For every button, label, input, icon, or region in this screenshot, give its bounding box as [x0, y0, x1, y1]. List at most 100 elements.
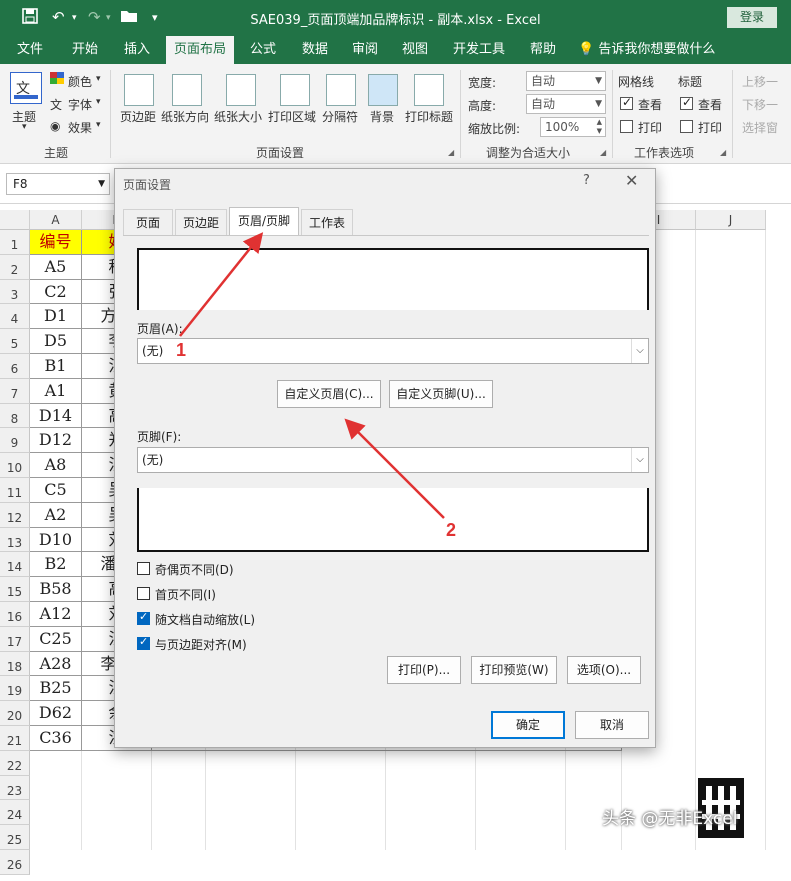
tell-me-search[interactable]: 💡 告诉我你想要做什么	[578, 36, 718, 64]
cell-a10[interactable]: A8	[30, 453, 82, 478]
cell-a19[interactable]: B25	[30, 676, 82, 702]
row-header-10[interactable]: 10	[0, 453, 30, 478]
select-all-corner[interactable]	[0, 210, 30, 230]
cell-a21[interactable]: C36	[30, 726, 82, 751]
first-page-checkbox[interactable]	[137, 587, 150, 600]
tab-home[interactable]: 开始	[58, 36, 112, 64]
row-header-14[interactable]: 14	[0, 552, 30, 578]
cell-a15[interactable]: B58	[30, 577, 82, 602]
headings-view-checkbox[interactable]	[680, 95, 693, 110]
cell-a3[interactable]: C2	[30, 279, 82, 305]
cell-a16[interactable]: A12	[30, 602, 82, 627]
row-header-19[interactable]: 19	[0, 676, 30, 702]
row-header-23[interactable]: 23	[0, 775, 30, 801]
odd-even-checkbox[interactable]	[137, 562, 150, 575]
headings-print-checkbox[interactable]	[680, 120, 693, 133]
tab-formulas[interactable]: 公式	[240, 36, 286, 64]
gridlines-print-checkbox[interactable]	[620, 120, 633, 133]
bring-forward-button[interactable]: 上移一	[742, 73, 778, 90]
tab-insert[interactable]: 插入	[114, 36, 160, 64]
cell-a7[interactable]: A1	[30, 378, 82, 404]
cell-a1[interactable]: 编号	[30, 230, 82, 255]
tab-margins[interactable]: 页边距	[175, 209, 227, 235]
sheet-options-launcher-icon[interactable]: ◢	[720, 148, 726, 157]
margins-icon	[124, 74, 154, 106]
row-header-1[interactable]: 1	[0, 230, 30, 255]
cell-a14[interactable]: B2	[30, 552, 82, 578]
scale-with-doc-checkbox[interactable]	[137, 610, 150, 625]
row-header-25[interactable]: 25	[0, 825, 30, 850]
row-header-17[interactable]: 17	[0, 626, 30, 652]
column-header-j[interactable]: J	[696, 210, 766, 230]
row-header-4[interactable]: 4	[0, 304, 30, 330]
login-button[interactable]: 登录	[727, 7, 777, 28]
row-header-21[interactable]: 21	[0, 726, 30, 751]
tab-help[interactable]: 帮助	[520, 36, 566, 64]
custom-footer-button[interactable]: 自定义页脚(U)...	[389, 380, 493, 408]
tab-page[interactable]: 页面	[123, 209, 173, 235]
options-button[interactable]: 选项(O)...	[567, 656, 641, 684]
row-header-13[interactable]: 13	[0, 527, 30, 553]
row-header-22[interactable]: 22	[0, 750, 30, 776]
row-header-2[interactable]: 2	[0, 254, 30, 280]
cell-a5[interactable]: D5	[30, 329, 82, 354]
row-header-8[interactable]: 8	[0, 403, 30, 429]
help-icon[interactable]: ?	[583, 173, 590, 188]
row-header-3[interactable]: 3	[0, 279, 30, 305]
cell-a17[interactable]: C25	[30, 626, 82, 652]
tab-sheet[interactable]: 工作表	[301, 209, 353, 235]
send-backward-button[interactable]: 下移一	[742, 96, 778, 113]
row-header-24[interactable]: 24	[0, 800, 30, 826]
print-button[interactable]: 打印(P)...	[387, 656, 461, 684]
ok-button[interactable]: 确定	[491, 711, 565, 739]
cell-a4[interactable]: D1	[30, 304, 82, 330]
ribbon: 文 主题 ▾ 颜色 ▾ 文 字体 ▾ ◉ 效果 ▾ 主题 页边距 纸张方向 纸张…	[0, 64, 791, 164]
row-header-15[interactable]: 15	[0, 577, 30, 602]
cell-a9[interactable]: D12	[30, 428, 82, 454]
cell-a12[interactable]: A2	[30, 502, 82, 528]
row-header-12[interactable]: 12	[0, 502, 30, 528]
close-icon[interactable]: ✕	[625, 171, 638, 190]
print-area-icon	[280, 74, 310, 106]
selection-pane-button[interactable]: 选择窗	[742, 119, 778, 136]
scale-launcher-icon[interactable]: ◢	[600, 148, 606, 157]
cell-a6[interactable]: B1	[30, 354, 82, 379]
align-margins-checkbox[interactable]	[137, 635, 150, 650]
cell-a18[interactable]: A28	[30, 651, 82, 677]
tab-developer[interactable]: 开发工具	[446, 36, 512, 64]
header-value: (无)	[142, 344, 164, 358]
cell-a20[interactable]: D62	[30, 701, 82, 726]
tab-page-layout[interactable]: 页面布局	[166, 36, 234, 64]
cancel-button[interactable]: 取消	[575, 711, 649, 739]
tab-data[interactable]: 数据	[292, 36, 338, 64]
row-header-26[interactable]: 26	[0, 850, 30, 875]
scale-spinner[interactable]: 100% ▲ ▼	[540, 117, 606, 137]
header-select[interactable]: (无) ⌵	[137, 338, 649, 364]
row-header-11[interactable]: 11	[0, 478, 30, 503]
tab-header-footer[interactable]: 页眉/页脚	[229, 207, 299, 236]
page-setup-launcher-icon[interactable]: ◢	[448, 148, 454, 157]
print-preview-button[interactable]: 打印预览(W)	[471, 656, 557, 684]
row-header-20[interactable]: 20	[0, 701, 30, 726]
cell-a11[interactable]: C5	[30, 478, 82, 503]
watermark-text: 头条 @无非Excel	[602, 809, 738, 829]
row-header-7[interactable]: 7	[0, 378, 30, 404]
column-header-a[interactable]: A	[30, 210, 82, 230]
tab-review[interactable]: 审阅	[342, 36, 388, 64]
row-header-5[interactable]: 5	[0, 329, 30, 354]
cell-a8[interactable]: D14	[30, 403, 82, 429]
gridlines-view-checkbox[interactable]	[620, 95, 633, 110]
row-header-18[interactable]: 18	[0, 651, 30, 677]
tab-view[interactable]: 视图	[392, 36, 438, 64]
row-header-9[interactable]: 9	[0, 428, 30, 454]
height-select[interactable]: 自动 ▼	[526, 94, 606, 114]
width-select[interactable]: 自动 ▼	[526, 71, 606, 91]
footer-select[interactable]: (无) ⌵	[137, 447, 649, 473]
tab-file[interactable]: 文件	[6, 36, 54, 64]
cell-a2[interactable]: A5	[30, 254, 82, 280]
name-box[interactable]: F8 ▼	[6, 173, 110, 195]
cell-a13[interactable]: D10	[30, 527, 82, 553]
row-header-16[interactable]: 16	[0, 602, 30, 627]
custom-header-button[interactable]: 自定义页眉(C)...	[277, 380, 381, 408]
row-header-6[interactable]: 6	[0, 354, 30, 379]
